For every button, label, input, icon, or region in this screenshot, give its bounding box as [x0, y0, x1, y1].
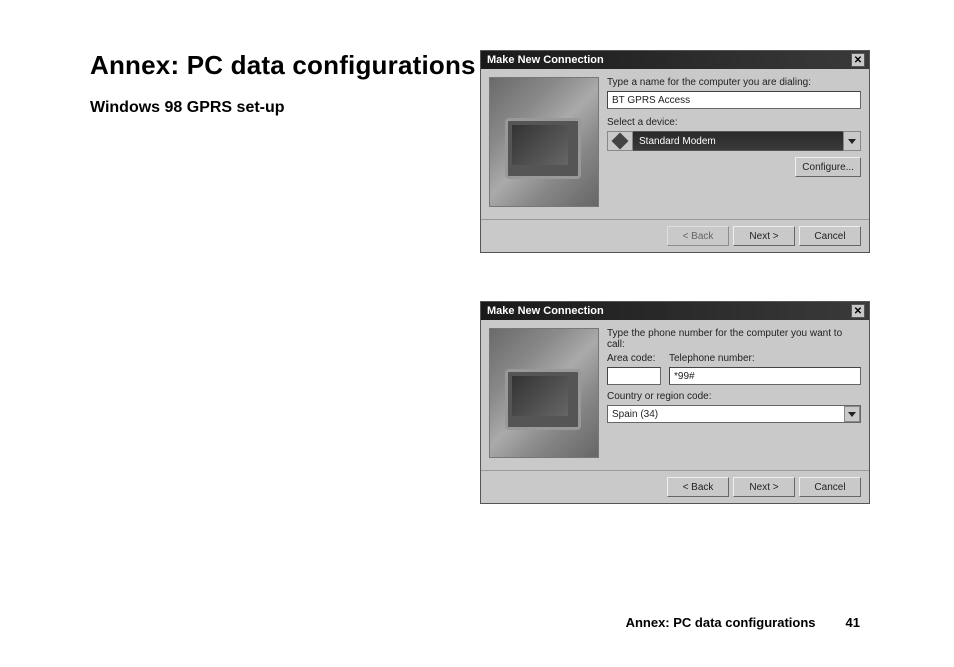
- dialog-body: Type the phone number for the computer y…: [481, 320, 869, 470]
- phone-number-input[interactable]: *99#: [669, 367, 861, 385]
- country-label: Country or region code:: [607, 391, 861, 402]
- computer-icon: [489, 328, 599, 458]
- make-new-connection-dialog-1: Make New Connection ✕ Type a name for th…: [480, 50, 870, 253]
- phone-prompt-label: Type the phone number for the computer y…: [607, 328, 861, 350]
- dialog-column: Make New Connection ✕ Type a name for th…: [480, 50, 870, 552]
- titlebar: Make New Connection ✕: [481, 302, 869, 320]
- close-icon[interactable]: ✕: [851, 53, 865, 67]
- device-select-value: Standard Modem: [633, 131, 843, 151]
- close-icon[interactable]: ✕: [851, 304, 865, 318]
- country-select-value: Spain (34): [608, 406, 844, 422]
- modem-icon: [607, 131, 633, 151]
- page-content: Annex: PC data configurations Windows 98…: [90, 50, 880, 630]
- dialog-body: Type a name for the computer you are dia…: [481, 69, 869, 219]
- form-area: Type the phone number for the computer y…: [607, 328, 861, 462]
- name-prompt-label: Type a name for the computer you are dia…: [607, 77, 861, 88]
- footer-title: Annex: PC data configurations: [626, 615, 816, 630]
- configure-button[interactable]: Configure...: [795, 157, 861, 177]
- dialog-title: Make New Connection: [487, 305, 604, 317]
- titlebar: Make New Connection ✕: [481, 51, 869, 69]
- back-button[interactable]: < Back: [667, 477, 729, 497]
- page-footer: Annex: PC data configurations 41: [626, 615, 860, 630]
- chevron-down-icon[interactable]: [844, 406, 860, 422]
- connection-name-input[interactable]: BT GPRS Access: [607, 91, 861, 109]
- cancel-button[interactable]: Cancel: [799, 477, 861, 497]
- next-button[interactable]: Next >: [733, 477, 795, 497]
- dialog-footer: < Back Next > Cancel: [481, 219, 869, 252]
- cancel-button[interactable]: Cancel: [799, 226, 861, 246]
- country-select[interactable]: Spain (34): [607, 405, 861, 423]
- dialog-footer: < Back Next > Cancel: [481, 470, 869, 503]
- phone-number-label: Telephone number:: [669, 353, 861, 364]
- chevron-down-icon[interactable]: [843, 131, 861, 151]
- computer-icon: [489, 77, 599, 207]
- make-new-connection-dialog-2: Make New Connection ✕ Type the phone num…: [480, 301, 870, 504]
- back-button: < Back: [667, 226, 729, 246]
- dialog-title: Make New Connection: [487, 54, 604, 66]
- page-number: 41: [846, 615, 860, 630]
- area-code-input[interactable]: [607, 367, 661, 385]
- form-area: Type a name for the computer you are dia…: [607, 77, 861, 211]
- next-button[interactable]: Next >: [733, 226, 795, 246]
- device-select[interactable]: Standard Modem: [607, 131, 861, 151]
- device-label: Select a device:: [607, 117, 861, 128]
- area-code-label: Area code:: [607, 353, 661, 364]
